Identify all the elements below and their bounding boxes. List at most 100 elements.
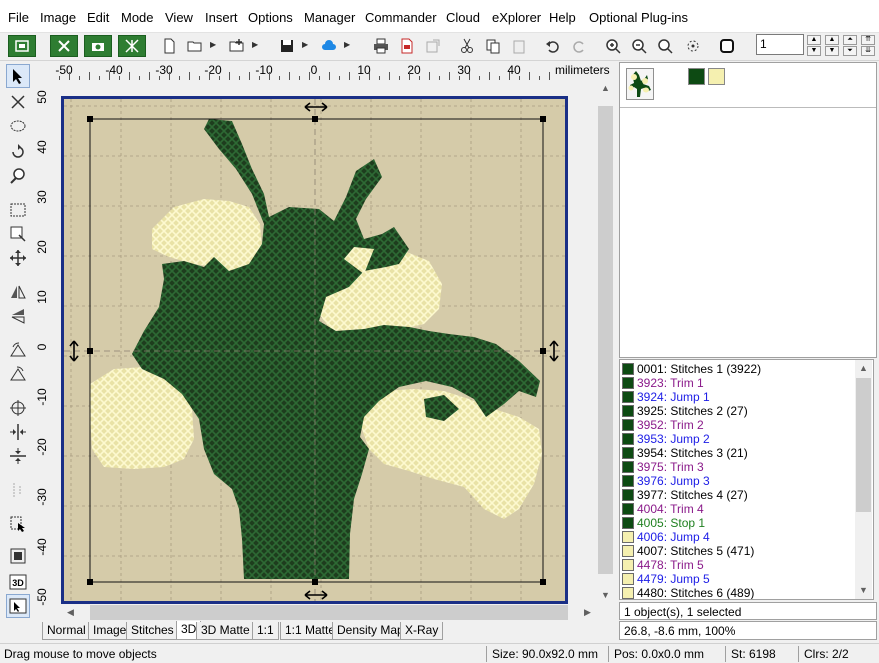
dropdown-arrow-icon[interactable]: ▶ [344, 39, 350, 51]
object-row[interactable]: 3952: Trim 2 [622, 418, 704, 432]
dropdown-arrow-icon[interactable]: ▶ [210, 39, 216, 51]
menu-edit[interactable]: Edit [87, 10, 109, 25]
pdf-icon[interactable] [396, 35, 418, 57]
align-h-icon[interactable] [6, 420, 30, 444]
menu-help[interactable]: Help [549, 10, 576, 25]
vertical-scroll-thumb[interactable] [598, 106, 613, 574]
mirror-vertical-icon[interactable] [6, 304, 30, 328]
horizontal-scrollbar[interactable]: ◀ ▶ [62, 604, 596, 621]
menu-image[interactable]: Image [40, 10, 76, 25]
menu-mode[interactable]: Mode [121, 10, 154, 25]
prev-color-icon[interactable]: ⏶ [843, 35, 857, 45]
tab-image[interactable]: Image [88, 622, 132, 640]
rotate-left-icon[interactable] [6, 338, 30, 362]
scroll-right-icon[interactable]: ▶ [579, 604, 596, 621]
scroll-down-icon[interactable]: ▼ [597, 587, 614, 604]
rotate-right-icon[interactable] [6, 362, 30, 386]
menu-file[interactable]: File [8, 10, 29, 25]
last-stop-icon[interactable]: ▼ [825, 46, 839, 56]
scroll-left-icon[interactable]: ◀ [62, 604, 79, 621]
zoom-in-icon[interactable] [602, 35, 624, 57]
object-row[interactable]: 3925: Stitches 2 (27) [622, 404, 748, 418]
menu-optional-plug-ins[interactable]: Optional Plug-ins [589, 10, 688, 25]
copy-icon[interactable] [482, 35, 504, 57]
dropdown-arrow-icon[interactable]: ▶ [302, 39, 308, 51]
list-scroll-thumb[interactable] [856, 378, 871, 512]
spin-down-icon[interactable]: ▼ [807, 46, 821, 56]
zoom-fit-icon[interactable] [654, 35, 676, 57]
object-row[interactable]: 4480: Stitches 6 (489) [622, 586, 754, 599]
align-v-icon[interactable] [6, 444, 30, 468]
menu-explorer[interactable]: eXplorer [492, 10, 541, 25]
design-filter-icon[interactable] [50, 35, 78, 57]
design-canvas-svg[interactable] [64, 99, 565, 601]
object-list-scrollbar[interactable]: ▲ ▼ [855, 360, 872, 599]
object-row[interactable]: 4006: Jump 4 [622, 530, 710, 544]
object-row[interactable]: 3923: Trim 1 [622, 376, 704, 390]
undo-icon[interactable] [542, 35, 564, 57]
object-list[interactable]: 0001: Stitches 1 (3922) 3923: Trim 1 3924:… [619, 359, 874, 600]
spin-up-icon[interactable]: ▲ [807, 35, 821, 45]
stitch-select-icon[interactable] [6, 90, 30, 114]
scroll-up-icon[interactable]: ▲ [855, 360, 872, 377]
new-file-icon[interactable] [158, 35, 180, 57]
menu-view[interactable]: View [165, 10, 193, 25]
menu-options[interactable]: Options [248, 10, 293, 25]
horizontal-scroll-thumb[interactable] [90, 605, 568, 620]
object-row[interactable]: 3977: Stitches 4 (27) [622, 488, 748, 502]
pattern-icon[interactable] [118, 35, 146, 57]
object-row[interactable]: 3975: Trim 3 [622, 460, 704, 474]
cut-icon[interactable] [456, 35, 478, 57]
move-icon[interactable] [6, 246, 30, 270]
stop-count-input[interactable]: 1 [756, 34, 804, 55]
bottom-icon[interactable]: ⇊ [861, 46, 875, 56]
object-row[interactable]: 3953: Jump 2 [622, 432, 710, 446]
magnify-icon[interactable] [6, 164, 30, 188]
save-icon[interactable] [276, 35, 298, 57]
object-row[interactable]: 3976: Jump 3 [622, 474, 710, 488]
lasso-icon[interactable] [6, 116, 30, 140]
design-center-icon[interactable] [682, 35, 704, 57]
color-swatch-2[interactable] [708, 68, 725, 85]
select-mode-icon[interactable] [6, 594, 30, 618]
box-view-icon[interactable] [6, 544, 30, 568]
view-3d-icon[interactable]: 3D [6, 570, 30, 594]
object-row[interactable]: 4007: Stitches 5 (471) [622, 544, 754, 558]
tab-stitches[interactable]: Stitches [126, 622, 179, 640]
menu-manager[interactable]: Manager [304, 10, 355, 25]
camera-icon[interactable] [84, 35, 112, 57]
object-row[interactable]: 0001: Stitches 1 (3922) [622, 362, 761, 376]
cloud-icon[interactable] [318, 35, 340, 57]
resize-icon[interactable] [6, 222, 30, 246]
dropdown-arrow-icon[interactable]: ▶ [252, 39, 258, 51]
design-canvas[interactable] [61, 96, 568, 604]
color-swatch-1[interactable] [688, 68, 705, 85]
open-folder-icon[interactable] [184, 35, 206, 57]
mirror-horizontal-icon[interactable] [6, 280, 30, 304]
hoop-icon[interactable] [8, 35, 36, 57]
object-row[interactable]: 4004: Trim 4 [622, 502, 704, 516]
tab-density-map[interactable]: Density Map [332, 622, 409, 640]
rect-select-icon[interactable] [6, 198, 30, 222]
tab-x-ray[interactable]: X-Ray [400, 622, 444, 640]
menu-cloud[interactable]: Cloud [446, 10, 480, 25]
hand-select-icon[interactable] [6, 512, 30, 536]
rotate-icon[interactable] [6, 140, 30, 164]
object-row[interactable]: 3924: Jump 1 [622, 390, 710, 404]
print-icon[interactable] [370, 35, 392, 57]
stop-icon[interactable] [716, 35, 738, 57]
tab-normal[interactable]: Normal [42, 622, 91, 640]
menu-commander[interactable]: Commander [365, 10, 437, 25]
object-row[interactable]: 4005: Stop 1 [622, 516, 705, 530]
vertical-scrollbar[interactable]: ▲ ▼ [597, 80, 614, 604]
menu-insert[interactable]: Insert [205, 10, 238, 25]
pointer-icon[interactable] [6, 64, 30, 88]
design-thumbnail[interactable] [626, 68, 654, 100]
center-icon[interactable] [6, 396, 30, 420]
first-stop-icon[interactable]: ▲ [825, 35, 839, 45]
scroll-up-icon[interactable]: ▲ [597, 80, 614, 97]
top-icon[interactable]: ⇈ [861, 35, 875, 45]
object-row[interactable]: 4479: Jump 5 [622, 572, 710, 586]
tab-1-1[interactable]: 1:1 [252, 622, 279, 640]
zoom-out-icon[interactable] [628, 35, 650, 57]
